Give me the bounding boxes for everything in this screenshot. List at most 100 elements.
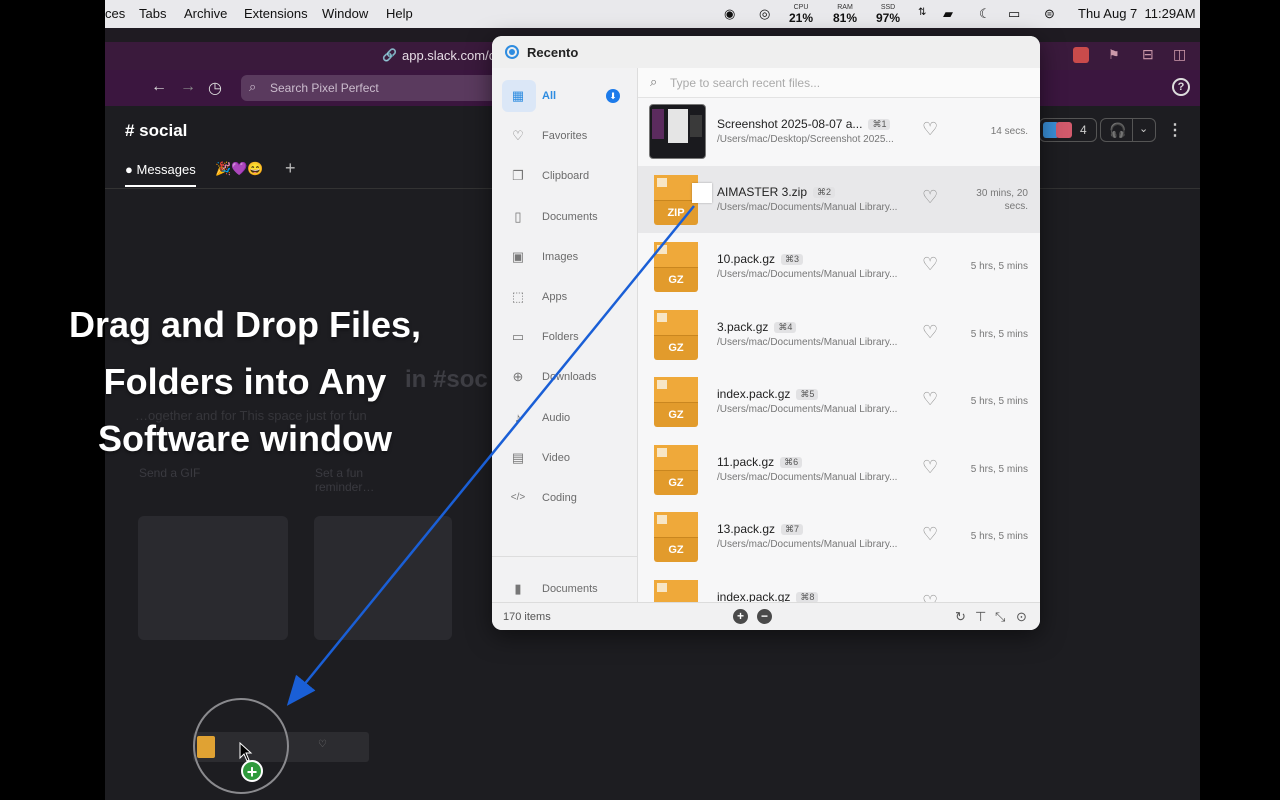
heart-icon[interactable]: ♡ [922,458,938,476]
file-extension: GZ [668,274,684,286]
menu-item-window[interactable]: Window [322,6,368,21]
grid-icon: ▦ [511,88,525,103]
slack-search-bar[interactable]: ⌕ Search Pixel Perfect [241,75,501,101]
sidebar-item-video[interactable]: ▤ Video [502,442,628,474]
sidebar-item-clipboard[interactable]: ❐ Clipboard [502,160,628,192]
thumb-part [690,115,702,137]
sidebar-item-all[interactable]: ▦ All ⬇ [502,80,628,112]
heart-icon[interactable]: ♡ [922,255,938,273]
menu-item-extensions[interactable]: Extensions [244,6,308,21]
sidebar-item-audio[interactable]: ♪ Audio [502,402,628,434]
menu-item-archive[interactable]: Archive [184,6,227,21]
file-name-text: 11.pack.gz [717,454,775,469]
menu-item[interactable]: ces [105,6,125,21]
heart-icon[interactable]: ♡ [922,323,938,341]
file-row[interactable]: GZ 11.pack.gz ⌘6/Users/mac/Documents/Manua… [638,436,1040,503]
sidebar-item-downloads[interactable]: ⊕ Downloads [502,361,628,393]
channel-title[interactable]: # social [125,121,187,141]
sidebar-item-label: Downloads [542,371,597,384]
audio-icon: ♪ [514,409,522,425]
control-center-icon[interactable]: ⊜ [1044,6,1055,22]
heart-icon[interactable]: ♡ [922,525,938,543]
member-count: 4 [1080,123,1087,137]
sidebar-icon[interactable]: ◫ [1173,46,1186,63]
history-icon[interactable]: ◷ [208,78,222,98]
sidebar-item-favorites[interactable]: ♡ Favorites [502,120,628,152]
file-path: /Users/mac/Documents/Manual Library... [717,539,898,550]
recento-menubar-icon[interactable]: ◎ [759,6,770,22]
forward-arrow-icon[interactable]: → [180,78,196,96]
sidebar-item-documents[interactable]: ▮ Documents [502,573,628,602]
archive-icon[interactable]: GZ [654,444,698,495]
slack-search-placeholder: Search Pixel Perfect [270,81,379,95]
folder-icon: ▭ [511,329,525,345]
archive-icon[interactable]: GZ [654,242,698,292]
archive-icon[interactable]: GZ [654,512,698,562]
sidebar-item-label: All [542,90,557,102]
avatar [1056,122,1072,138]
send-gif-card[interactable] [138,516,288,640]
sidebar-item-documents[interactable]: ▯ Documents [502,201,628,233]
add-tab-icon[interactable]: + [285,158,296,179]
shortcut-badge: ⌘8 [796,591,819,602]
file-row[interactable]: Screenshot 2025-08-07 a... ⌘1/Users/mac/D… [638,98,1040,165]
search-icon: ⌕ [249,79,257,94]
sidebar-item-apps[interactable]: ⬚ Apps [502,281,628,313]
tab-messages[interactable]: ● Messages [125,162,196,187]
file-row[interactable]: GZ index.pack.gz ⌘5/Users/mac/Documents/Ma… [638,368,1040,435]
network-icon[interactable]: ⇅ [918,7,926,18]
huddle-button[interactable]: 🎧 ⌄ [1100,118,1156,142]
extensions-icon[interactable]: ⊟ [1142,46,1154,63]
heart-icon[interactable]: ♡ [922,390,938,408]
heart-icon[interactable]: ♡ [922,188,938,206]
extension-icon[interactable]: ⚑ [1108,47,1120,63]
archive-icon[interactable] [654,579,698,602]
sidebar-item-coding[interactable]: </> Coding [502,482,628,514]
record-icon[interactable]: ◉ [724,6,735,22]
more-options-icon[interactable]: ⋮ [1167,120,1183,140]
add-button[interactable]: + [733,609,748,624]
file-age: 5 hrs, 5 mins [970,328,1028,340]
url-text[interactable]: app.slack.com/c [402,48,495,63]
heart-icon[interactable]: ♡ [922,593,938,603]
file-row[interactable]: GZ 3.pack.gz ⌘4/Users/mac/Documents/Manual… [638,301,1040,368]
sidebar-item-label: Images [542,250,579,263]
search-icon: ⌕ [650,74,658,89]
sidebar-item-folders[interactable]: ▭ Folders [502,321,628,353]
reminder-card[interactable] [314,516,452,640]
archive-icon[interactable]: GZ [654,377,698,427]
drag-handle[interactable] [692,183,712,203]
heart-icon[interactable]: ♡ [922,120,938,138]
battery-icon[interactable]: ▭ [1008,6,1020,22]
member-avatars[interactable]: 4 [1039,118,1097,142]
file-row[interactable]: GZ 13.pack.gz ⌘7/Users/mac/Documents/Manua… [638,503,1040,570]
sidebar-item-images[interactable]: ▣ Images [502,241,628,273]
archive-icon[interactable]: GZ [654,309,698,360]
menu-item-tabs[interactable]: Tabs [139,6,166,21]
refresh-icon[interactable]: ↻ [955,609,966,625]
clock[interactable]: Thu Aug 7 11:29AM [1078,6,1196,21]
pin-icon[interactable]: ⊤ [975,609,986,625]
menu-item-help[interactable]: Help [386,6,413,21]
recento-footer: 170 items + − ↻ ⊤ ⤡ ⊙ [492,602,1040,630]
camera-icon[interactable]: ▰ [943,6,953,22]
file-row[interactable]: GZ 10.pack.gz ⌘3/Users/mac/Documents/Manua… [638,233,1040,300]
settings-icon[interactable]: ⊙ [1016,609,1027,625]
file-extension: GZ [668,544,684,556]
moon-icon[interactable]: ☾ [979,6,991,22]
sidebar-item-label: Audio [542,411,571,424]
remove-button[interactable]: − [757,609,772,624]
back-arrow-icon[interactable]: ← [151,78,167,96]
file-age: 14 secs. [990,126,1028,137]
resize-icon[interactable]: ⤡ [995,609,1005,625]
recento-title: Recento [527,45,579,60]
help-icon[interactable]: ? [1172,78,1190,96]
file-row[interactable]: index.pack.gz ⌘8 ♡ [638,571,1040,603]
extension-icon[interactable] [1073,47,1089,63]
archive-label [657,245,667,254]
recento-search-input[interactable] [668,74,1028,92]
link-icon: 🔗 [382,48,397,62]
screenshot-thumbnail[interactable] [649,104,706,159]
shortcut-badge: ⌘7 [781,524,804,535]
tab-emoji[interactable]: 🎉💜😄 [215,161,264,177]
